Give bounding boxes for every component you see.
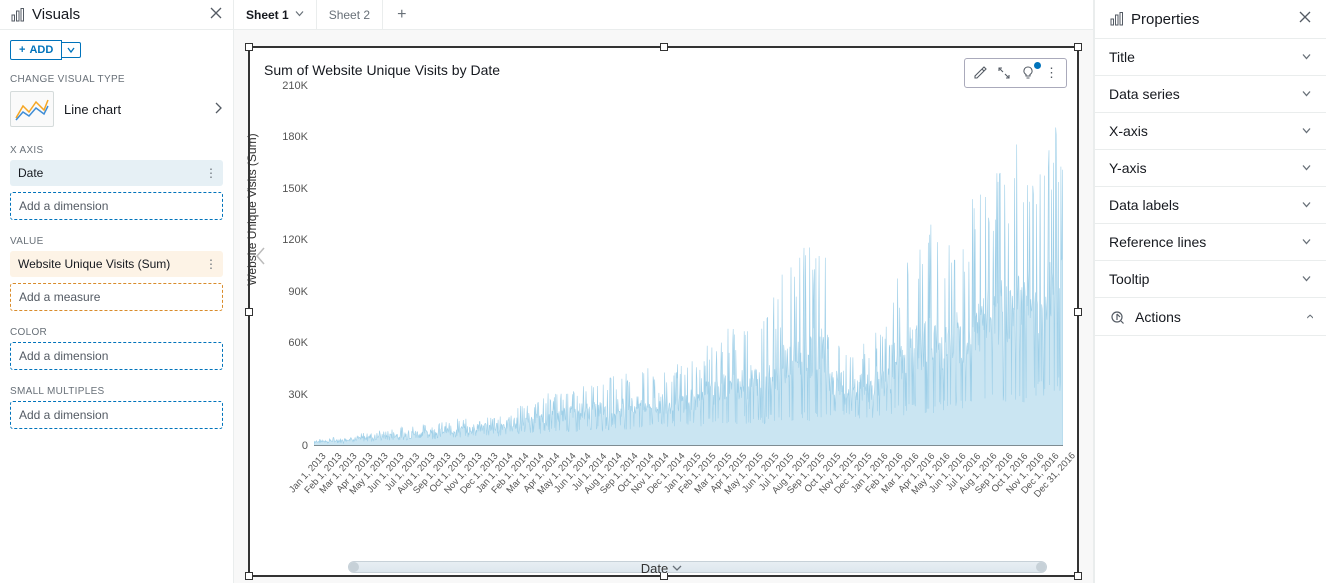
sheet-tabs: Sheet 1 Sheet 2 +	[234, 0, 1093, 30]
add-visual-row: + ADD	[0, 30, 233, 64]
visual-frame[interactable]: Sum of Website Unique Visits by Date ⋮ W…	[248, 46, 1079, 577]
xaxis-add-dimension[interactable]: Add a dimension	[10, 192, 223, 220]
xaxis-field-pill[interactable]: Date ⋮	[10, 160, 223, 186]
color-add-dimension[interactable]: Add a dimension	[10, 342, 223, 370]
chevron-down-icon	[1301, 235, 1312, 250]
notification-dot-icon	[1034, 62, 1041, 69]
small-multiples-add-dimension[interactable]: Add a dimension	[10, 401, 223, 429]
xaxis-field-name: Date	[18, 166, 43, 180]
sheet-tab-1[interactable]: Sheet 1	[234, 0, 317, 29]
add-sheet-button[interactable]: +	[383, 6, 420, 24]
properties-section-data-series[interactable]: Data series	[1095, 76, 1326, 113]
y-tick: 120K	[282, 234, 314, 246]
chevron-down-icon	[1301, 50, 1312, 65]
properties-panel-title: Properties	[1131, 11, 1199, 28]
x-axis-menu-icon[interactable]	[672, 561, 682, 576]
y-tick: 60K	[288, 337, 314, 349]
line-chart-thumb-icon	[10, 91, 54, 127]
properties-actions[interactable]: Actions ›	[1095, 298, 1326, 336]
color-group-label: COLOR	[0, 317, 233, 342]
value-field-menu-icon[interactable]: ⋮	[205, 257, 215, 271]
properties-section-x-axis[interactable]: X-axis	[1095, 113, 1326, 150]
resize-handle-bl[interactable]	[245, 572, 253, 580]
properties-section-title[interactable]: Title	[1095, 39, 1326, 76]
chevron-right-icon: ›	[1301, 314, 1318, 319]
visuals-panel: Visuals + ADD CHANGE VISUAL TYPE Line ch…	[0, 0, 234, 583]
close-properties-panel-icon[interactable]	[1298, 10, 1312, 28]
resize-handle-tl[interactable]	[245, 43, 253, 51]
properties-panel-header: Properties	[1095, 0, 1326, 39]
value-add-measure[interactable]: Add a measure	[10, 283, 223, 311]
y-tick: 90K	[288, 286, 314, 298]
y-tick: 210K	[282, 80, 314, 92]
value-field-name: Website Unique Visits (Sum)	[18, 257, 170, 271]
xaxis-field-menu-icon[interactable]: ⋮	[205, 166, 215, 180]
properties-section-tooltip[interactable]: Tooltip	[1095, 261, 1326, 298]
expand-icon[interactable]	[993, 64, 1015, 82]
properties-section-reference-lines[interactable]: Reference lines	[1095, 224, 1326, 261]
properties-actions-label: Actions	[1135, 309, 1181, 325]
visuals-panel-title: Visuals	[32, 6, 80, 23]
x-axis-ticks: Jan 1, 2013Feb 1, 2013Mar 1, 2013Apr 1, …	[314, 446, 1063, 506]
y-tick: 180K	[282, 131, 314, 143]
plus-icon: +	[19, 44, 25, 56]
edit-icon[interactable]	[969, 64, 991, 82]
sheet-tab-2-label: Sheet 2	[329, 8, 370, 22]
y-tick: 0	[302, 440, 314, 452]
sheet-tab-1-label: Sheet 1	[246, 8, 289, 22]
chart-body: Website Unique Visits (Sum) 030K60K90K12…	[258, 86, 1065, 496]
visuals-panel-header: Visuals	[0, 0, 233, 30]
canvas[interactable]: Sum of Website Unique Visits by Date ⋮ W…	[234, 30, 1093, 583]
properties-panel: Properties TitleData seriesX-axisY-axisD…	[1094, 0, 1326, 583]
small-multiples-group-label: SMALL MULTIPLES	[0, 376, 233, 401]
more-menu-icon[interactable]: ⋮	[1041, 63, 1062, 83]
properties-section-data-labels[interactable]: Data labels	[1095, 187, 1326, 224]
y-tick: 30K	[288, 389, 314, 401]
resize-handle-br[interactable]	[1074, 572, 1082, 580]
properties-section-y-axis[interactable]: Y-axis	[1095, 150, 1326, 187]
chevron-down-icon	[1301, 161, 1312, 176]
resize-handle-rc[interactable]	[1074, 308, 1082, 316]
close-visuals-panel-icon[interactable]	[209, 6, 223, 23]
canvas-area: Sheet 1 Sheet 2 + Sum of Website Unique …	[234, 0, 1094, 583]
sheet-tab-2[interactable]: Sheet 2	[317, 0, 383, 29]
chevron-down-icon	[1301, 124, 1312, 139]
chart-title[interactable]: Sum of Website Unique Visits by Date	[250, 48, 1077, 86]
chart-plot[interactable]: 030K60K90K120K150K180K210K	[314, 86, 1063, 446]
chart-icon	[10, 7, 26, 23]
x-axis-label[interactable]: Date	[258, 561, 1065, 576]
resize-handle-tr[interactable]	[1074, 43, 1082, 51]
resize-handle-lc[interactable]	[245, 308, 253, 316]
xaxis-group-label: X AXIS	[0, 135, 233, 160]
properties-icon	[1109, 11, 1125, 27]
add-visual-label: ADD	[29, 44, 53, 56]
chevron-right-icon	[213, 102, 223, 117]
add-visual-dropdown-button[interactable]	[62, 42, 81, 58]
chevron-down-icon	[1301, 87, 1312, 102]
value-field-pill[interactable]: Website Unique Visits (Sum) ⋮	[10, 251, 223, 277]
chart-prev-arrow-icon[interactable]	[254, 246, 268, 269]
value-group-label: VALUE	[0, 226, 233, 251]
chart-toolbar: ⋮	[964, 58, 1067, 88]
chevron-down-icon	[1301, 272, 1312, 287]
resize-handle-tc[interactable]	[660, 43, 668, 51]
y-tick: 150K	[282, 183, 314, 195]
add-visual-button[interactable]: + ADD	[10, 40, 62, 60]
change-visual-type-label: CHANGE VISUAL TYPE	[0, 64, 233, 91]
insights-icon[interactable]	[1017, 64, 1039, 82]
sheet-tab-1-menu-icon[interactable]	[295, 9, 304, 21]
visual-type-name: Line chart	[64, 102, 203, 117]
actions-icon	[1109, 309, 1125, 325]
chevron-down-icon	[1301, 198, 1312, 213]
visual-type-selector[interactable]: Line chart	[0, 91, 233, 135]
